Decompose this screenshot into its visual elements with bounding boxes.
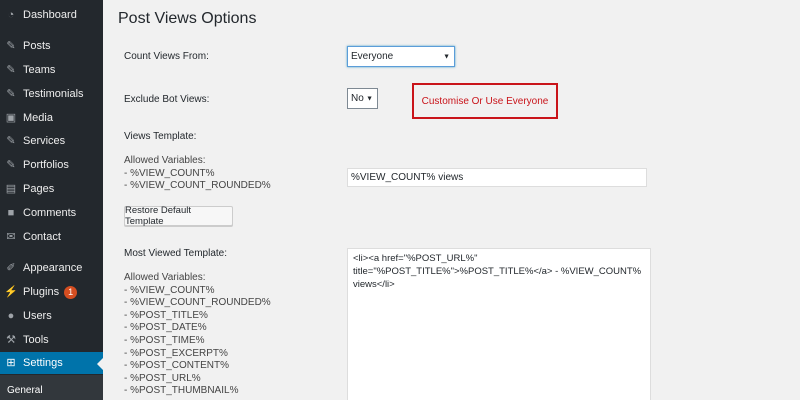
- sidebar-item-label: Testimonials: [23, 88, 84, 100]
- views-template-input[interactable]: %VIEW_COUNT% views: [347, 168, 647, 187]
- sidebar-item-tools[interactable]: ⚒ Tools: [0, 329, 103, 351]
- sidebar-item-label: Plugins: [23, 286, 60, 298]
- sidebar-item-label: Dashboard: [23, 9, 77, 21]
- user-icon: ●: [7, 309, 15, 322]
- views-template-allowed-variables: Allowed Variables: - %VIEW_COUNT% - %VIE…: [124, 155, 271, 192]
- mail-icon: ✉: [6, 230, 16, 243]
- sidebar-item-users[interactable]: ● Users: [0, 305, 103, 327]
- pin-icon: ✎: [6, 63, 16, 76]
- media-icon: ▣: [5, 111, 17, 124]
- comment-icon: ■: [7, 206, 15, 219]
- select-value: Everyone: [351, 51, 394, 62]
- sidebar-item-dashboard[interactable]: ◔ Dashboard: [0, 4, 103, 26]
- wrench-icon: ⚒: [6, 333, 16, 346]
- sidebar-item-label: Pages: [23, 183, 55, 195]
- pin-icon: ✎: [6, 158, 16, 171]
- sidebar-item-portfolios[interactable]: ✎ Portfolios: [0, 154, 103, 176]
- sidebar-item-appearance[interactable]: ✐ Appearance: [0, 257, 103, 279]
- exclude-bot-views-select[interactable]: No ▼: [347, 88, 378, 109]
- pin-icon: ✎: [6, 87, 16, 100]
- count-views-from-select[interactable]: Everyone ▼: [347, 46, 455, 67]
- most-viewed-template-allowed-variables: Allowed Variables: - %VIEW_COUNT% - %VIE…: [124, 272, 271, 397]
- restore-default-template-button[interactable]: Restore Default Template: [124, 205, 233, 227]
- annotation-callout: Customise Or Use Everyone: [412, 83, 558, 119]
- chevron-down-icon: ▼: [443, 53, 450, 60]
- sidebar-item-teams[interactable]: ✎ Teams: [0, 59, 103, 81]
- sidebar-item-label: Comments: [23, 207, 77, 219]
- chevron-down-icon: ▼: [366, 95, 373, 102]
- sidebar-item-label: Users: [23, 310, 52, 322]
- admin-sidebar: ◔ Dashboard ✎ Posts ✎ Teams ✎ Testimonia…: [0, 0, 103, 400]
- pin-icon: ✎: [6, 134, 16, 147]
- sidebar-item-label: Portfolios: [23, 159, 69, 171]
- sidebar-item-label: Settings: [23, 357, 63, 369]
- sidebar-item-label: Appearance: [23, 262, 83, 274]
- submenu-item-general[interactable]: General: [7, 385, 43, 396]
- sidebar-item-media[interactable]: ▣ Media: [0, 107, 103, 129]
- sidebar-item-plugins[interactable]: ⚡ Plugins 1: [0, 281, 103, 303]
- settings-submenu: General: [0, 375, 103, 400]
- count-views-from-label: Count Views From:: [124, 51, 209, 62]
- settings-icon: ⊞: [6, 356, 16, 369]
- sidebar-item-testimonials[interactable]: ✎ Testimonials: [0, 83, 103, 105]
- sidebar-item-pages[interactable]: ▤ Pages: [0, 178, 103, 200]
- sidebar-item-posts[interactable]: ✎ Posts: [0, 35, 103, 57]
- sidebar-item-label: Teams: [23, 64, 56, 76]
- most-viewed-template-textarea[interactable]: <li><a href="%POST_URL%" title="%POST_TI…: [347, 248, 651, 400]
- exclude-bot-views-label: Exclude Bot Views:: [124, 94, 210, 105]
- sidebar-item-label: Posts: [23, 40, 51, 52]
- sidebar-item-comments[interactable]: ■ Comments: [0, 202, 103, 224]
- main-content: Post Views Options Count Views From: Eve…: [103, 0, 800, 400]
- pin-icon: ✎: [6, 39, 16, 52]
- sidebar-item-label: Media: [23, 112, 53, 124]
- plug-icon: ⚡: [4, 285, 18, 298]
- select-value: No: [351, 93, 364, 104]
- brush-icon: ✐: [6, 261, 16, 274]
- views-template-label: Views Template:: [124, 131, 197, 142]
- dashboard-icon: ◔: [7, 8, 15, 21]
- sidebar-item-label: Contact: [23, 231, 61, 243]
- sidebar-item-label: Tools: [23, 334, 49, 346]
- sidebar-item-settings[interactable]: ⊞ Settings: [0, 352, 103, 374]
- update-count-badge: 1: [64, 285, 78, 299]
- sidebar-item-services[interactable]: ✎ Services: [0, 130, 103, 152]
- sidebar-item-label: Services: [23, 135, 66, 147]
- most-viewed-template-label: Most Viewed Template:: [124, 248, 228, 259]
- sidebar-item-contact[interactable]: ✉ Contact: [0, 226, 103, 248]
- page-title: Post Views Options: [118, 10, 257, 27]
- pages-icon: ▤: [5, 182, 17, 195]
